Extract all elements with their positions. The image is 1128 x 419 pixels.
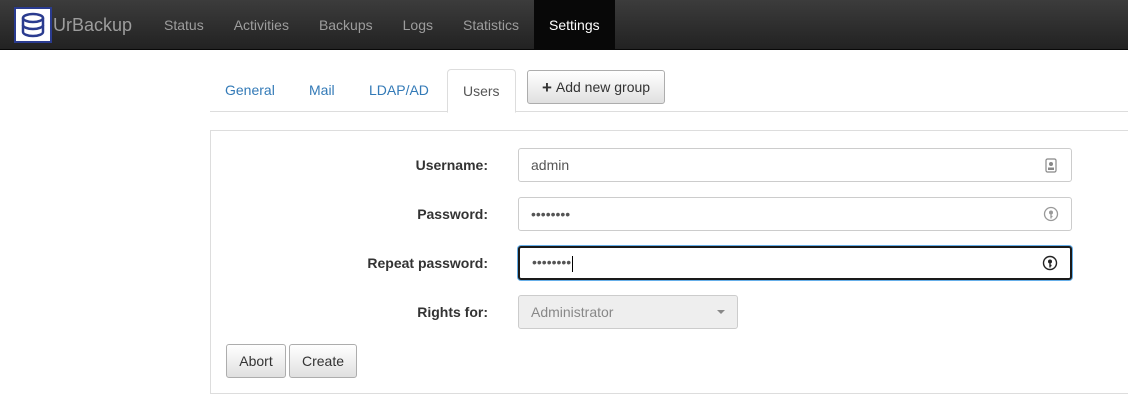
brand-name: UrBackup	[53, 14, 133, 35]
password-label: Password:	[417, 206, 488, 222]
rights-select[interactable]: Administrator	[518, 295, 738, 329]
rights-selected-value: Administrator	[531, 304, 614, 320]
nav-item-settings[interactable]: Settings	[534, 0, 615, 50]
password-key-icon[interactable]	[1043, 206, 1059, 222]
password-value: ••••••••	[531, 206, 571, 222]
settings-tabs: General Mail LDAP/AD Users	[210, 69, 1128, 113]
create-button[interactable]: Create	[289, 344, 357, 378]
user-form-panel: Username: admin Password: •••••••• Repea…	[210, 130, 1128, 394]
nav-item-logs[interactable]: Logs	[388, 0, 448, 50]
top-navbar: UrBackup Status Activities Backups Logs …	[0, 0, 1128, 50]
tab-ldap-ad[interactable]: LDAP/AD	[354, 69, 444, 112]
username-label: Username:	[415, 157, 488, 173]
abort-button[interactable]: Abort	[226, 344, 286, 378]
contact-card-icon[interactable]	[1043, 157, 1059, 173]
add-new-group-button[interactable]: + Add new group	[527, 70, 665, 104]
password-field[interactable]: ••••••••	[518, 197, 1072, 231]
nav-item-backups[interactable]: Backups	[304, 0, 388, 50]
password-key-icon[interactable]	[1042, 255, 1058, 271]
nav-item-statistics[interactable]: Statistics	[448, 0, 534, 50]
username-field[interactable]: admin	[518, 148, 1072, 182]
brand[interactable]: UrBackup	[14, 7, 132, 43]
tab-mail[interactable]: Mail	[294, 69, 350, 112]
add-new-group-label: Add new group	[555, 79, 651, 95]
nav-item-activities[interactable]: Activities	[219, 0, 304, 50]
repeat-password-value: ••••••••	[532, 254, 574, 272]
database-logo-icon	[14, 7, 52, 43]
tab-general[interactable]: General	[210, 69, 290, 112]
nav-item-status[interactable]: Status	[149, 0, 219, 50]
rights-label: Rights for:	[417, 304, 488, 320]
main-nav: Status Activities Backups Logs Statistic…	[149, 0, 615, 50]
username-value: admin	[531, 157, 570, 173]
repeat-password-field[interactable]: ••••••••	[518, 246, 1072, 280]
plus-icon: +	[541, 77, 552, 97]
repeat-password-label: Repeat password:	[367, 255, 488, 271]
chevron-down-icon	[717, 310, 725, 314]
tab-users[interactable]: Users	[447, 69, 516, 113]
